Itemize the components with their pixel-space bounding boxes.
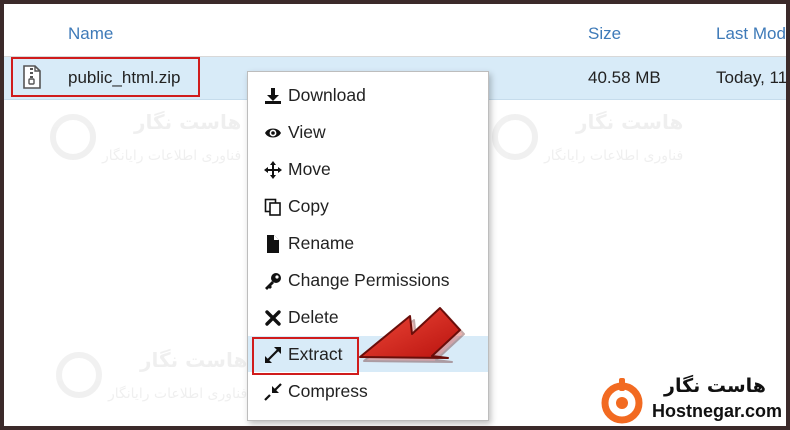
watermark-logo-icon xyxy=(492,114,538,160)
red-arrow-icon xyxy=(359,307,465,363)
watermark: هاست نگار فناوری اطلاعات رایانگار xyxy=(492,108,752,178)
key-icon xyxy=(265,273,281,290)
column-header-name[interactable]: Name xyxy=(68,24,113,44)
column-header-last-modified[interactable]: Last Modi xyxy=(716,24,786,44)
copy-icon xyxy=(264,198,281,216)
table-header: Name Size Last Modi xyxy=(4,4,786,57)
menu-item-download[interactable]: Download xyxy=(248,77,488,113)
file-last-modified: Today, 11 xyxy=(716,68,788,87)
watermark-title: هاست نگار xyxy=(134,110,242,134)
eye-icon xyxy=(265,128,281,138)
compress-icon xyxy=(264,383,282,401)
close-icon xyxy=(265,310,281,326)
file-manager-screenshot: هاست نگار فناوری اطلاعات رایانگار هاست ن… xyxy=(0,0,790,430)
watermark-logo-icon xyxy=(50,114,96,160)
menu-item-view[interactable]: View xyxy=(248,114,488,150)
menu-item-change-permissions[interactable]: Change Permissions xyxy=(248,262,488,298)
extract-annotation-box xyxy=(252,337,359,375)
download-icon xyxy=(265,88,281,104)
menu-item-label: Change Permissions xyxy=(288,270,450,290)
column-header-size[interactable]: Size xyxy=(588,24,621,44)
menu-item-label: Move xyxy=(288,159,331,179)
watermark-subtitle: فناوری اطلاعات رایانگار xyxy=(108,386,248,402)
menu-item-copy[interactable]: Copy xyxy=(248,188,488,224)
watermark-title: هاست نگار xyxy=(576,110,684,134)
menu-item-move[interactable]: Move xyxy=(248,151,488,187)
file-annotation-box xyxy=(11,57,200,97)
brand-name-fa: هاست نگار xyxy=(664,375,766,397)
menu-item-label: Copy xyxy=(288,196,329,216)
menu-item-rename[interactable]: Rename xyxy=(248,225,488,261)
menu-item-label: Download xyxy=(288,85,366,105)
watermark-subtitle: فناوری اطلاعات رایانگار xyxy=(102,148,242,164)
watermark-logo-icon xyxy=(56,352,102,398)
watermark-title: هاست نگار xyxy=(140,348,248,372)
file-size: 40.58 MB xyxy=(588,68,661,87)
menu-item-label: View xyxy=(288,122,326,142)
brand-name-en: Hostnegar.com xyxy=(652,401,783,421)
move-icon xyxy=(264,161,282,179)
watermark-subtitle: فناوری اطلاعات رایانگار xyxy=(544,148,684,164)
hostnegar-logo-icon xyxy=(601,378,643,424)
file-icon xyxy=(267,235,279,253)
menu-item-label: Delete xyxy=(288,307,339,327)
menu-item-label: Rename xyxy=(288,233,355,253)
